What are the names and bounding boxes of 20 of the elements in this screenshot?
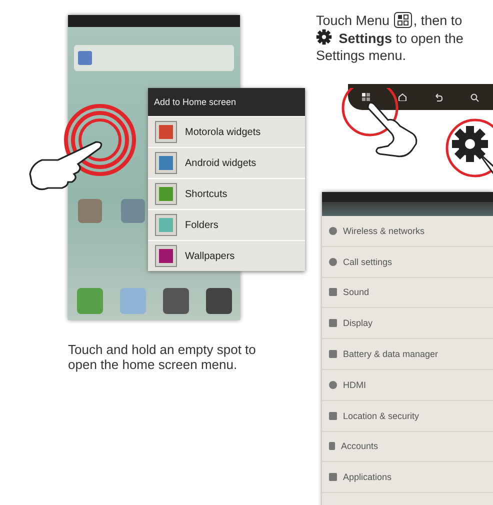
- settings-item[interactable]: HDMI: [322, 370, 493, 401]
- menu-title: Add to Home screen: [148, 88, 305, 116]
- menu-item[interactable]: Shortcuts: [148, 178, 305, 209]
- settings-item[interactable]: Accounts: [322, 432, 493, 462]
- settings-item[interactable]: Wireless & networks: [322, 216, 493, 247]
- caption: Touch and hold an empty spot to open the home screen menu.: [68, 342, 257, 372]
- settings-item[interactable]: Battery & data manager: [322, 339, 493, 370]
- instruction-text: Touch Menu: [316, 13, 390, 28]
- settings-item[interactable]: Display: [322, 308, 493, 340]
- settings-item[interactable]: Applications: [322, 462, 493, 494]
- menu-item[interactable]: Android widgets: [148, 147, 305, 178]
- menu-item[interactable]: Wallpapers: [148, 240, 305, 271]
- instruction-text: , then to: [413, 13, 462, 28]
- menu-item[interactable]: Motorola widgets: [148, 116, 305, 147]
- settings-item[interactable]: Call settings: [322, 246, 493, 278]
- menu-item[interactable]: Folders: [148, 209, 305, 240]
- instruction-text: Settings menu.: [316, 48, 406, 63]
- instruction-text: Settings to open the: [338, 31, 464, 46]
- settings-item[interactable]: Sound: [322, 278, 493, 308]
- settings-item[interactable]: Location & security: [322, 400, 493, 432]
